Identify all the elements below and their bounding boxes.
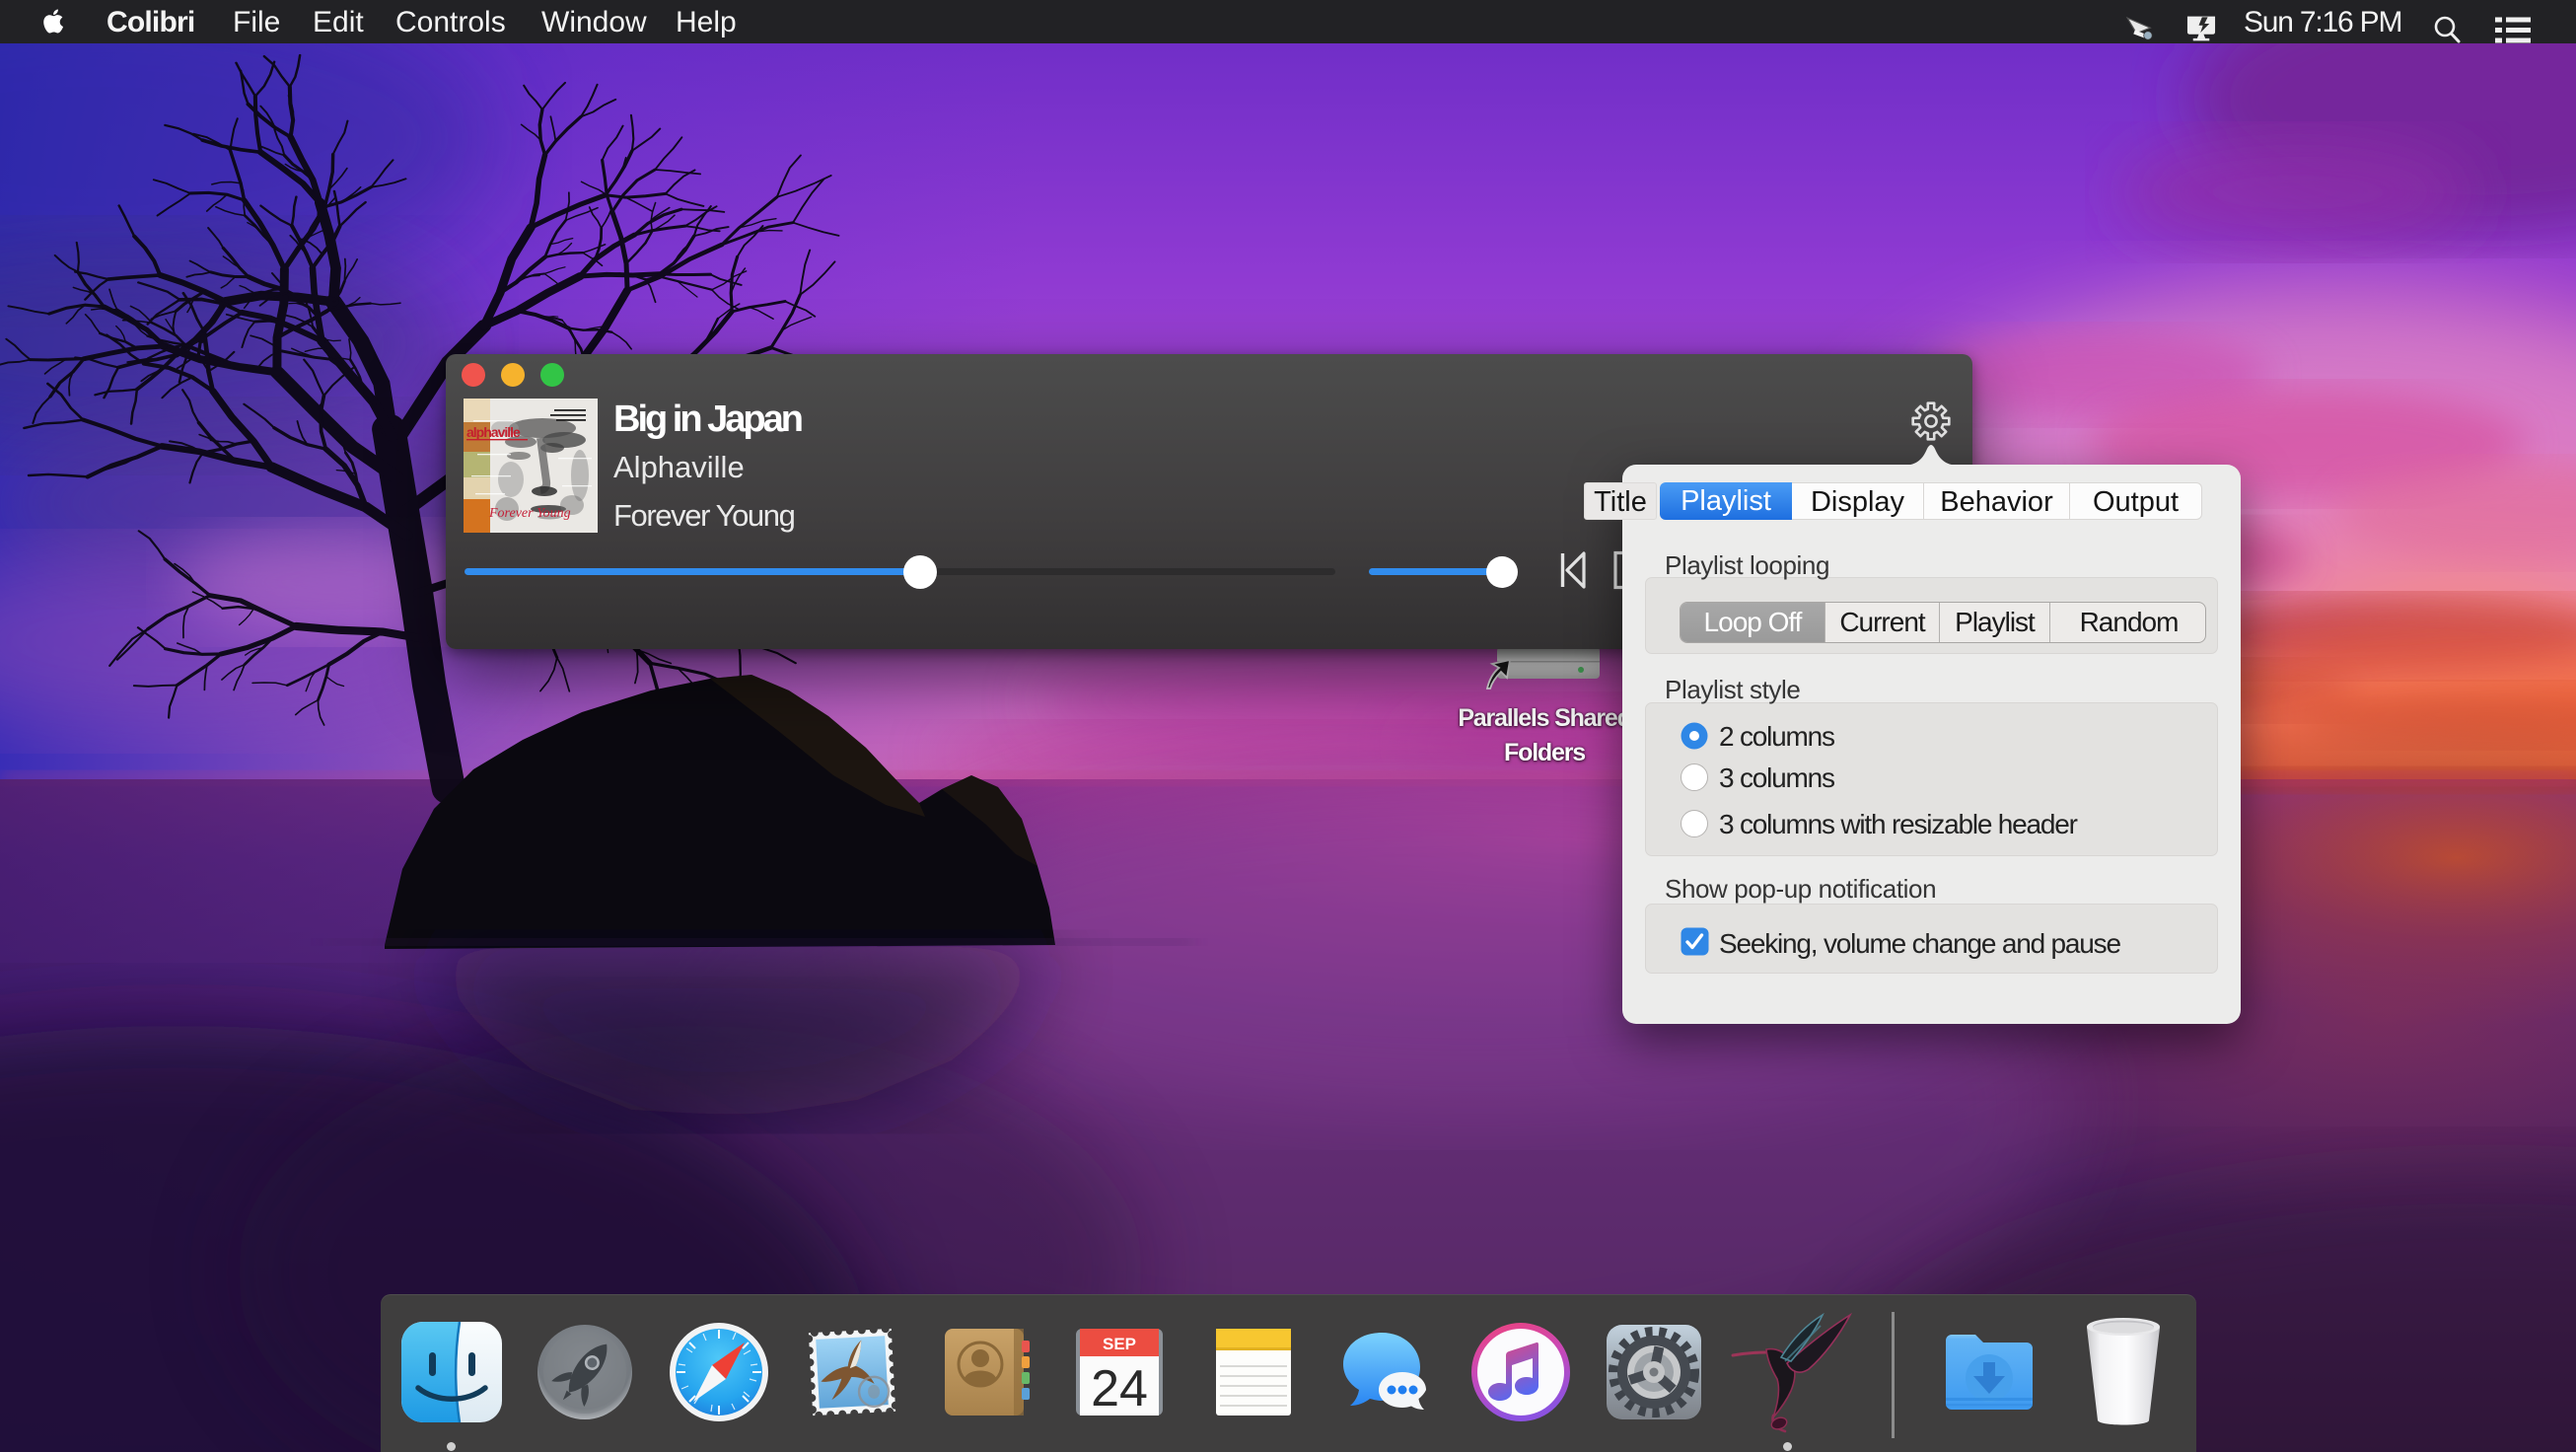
svg-text:Forever Young: Forever Young bbox=[488, 506, 571, 521]
svg-text:24: 24 bbox=[1091, 1360, 1148, 1417]
svg-text:SEP: SEP bbox=[1103, 1335, 1136, 1353]
svg-text:alphaville: alphaville bbox=[466, 424, 521, 440]
